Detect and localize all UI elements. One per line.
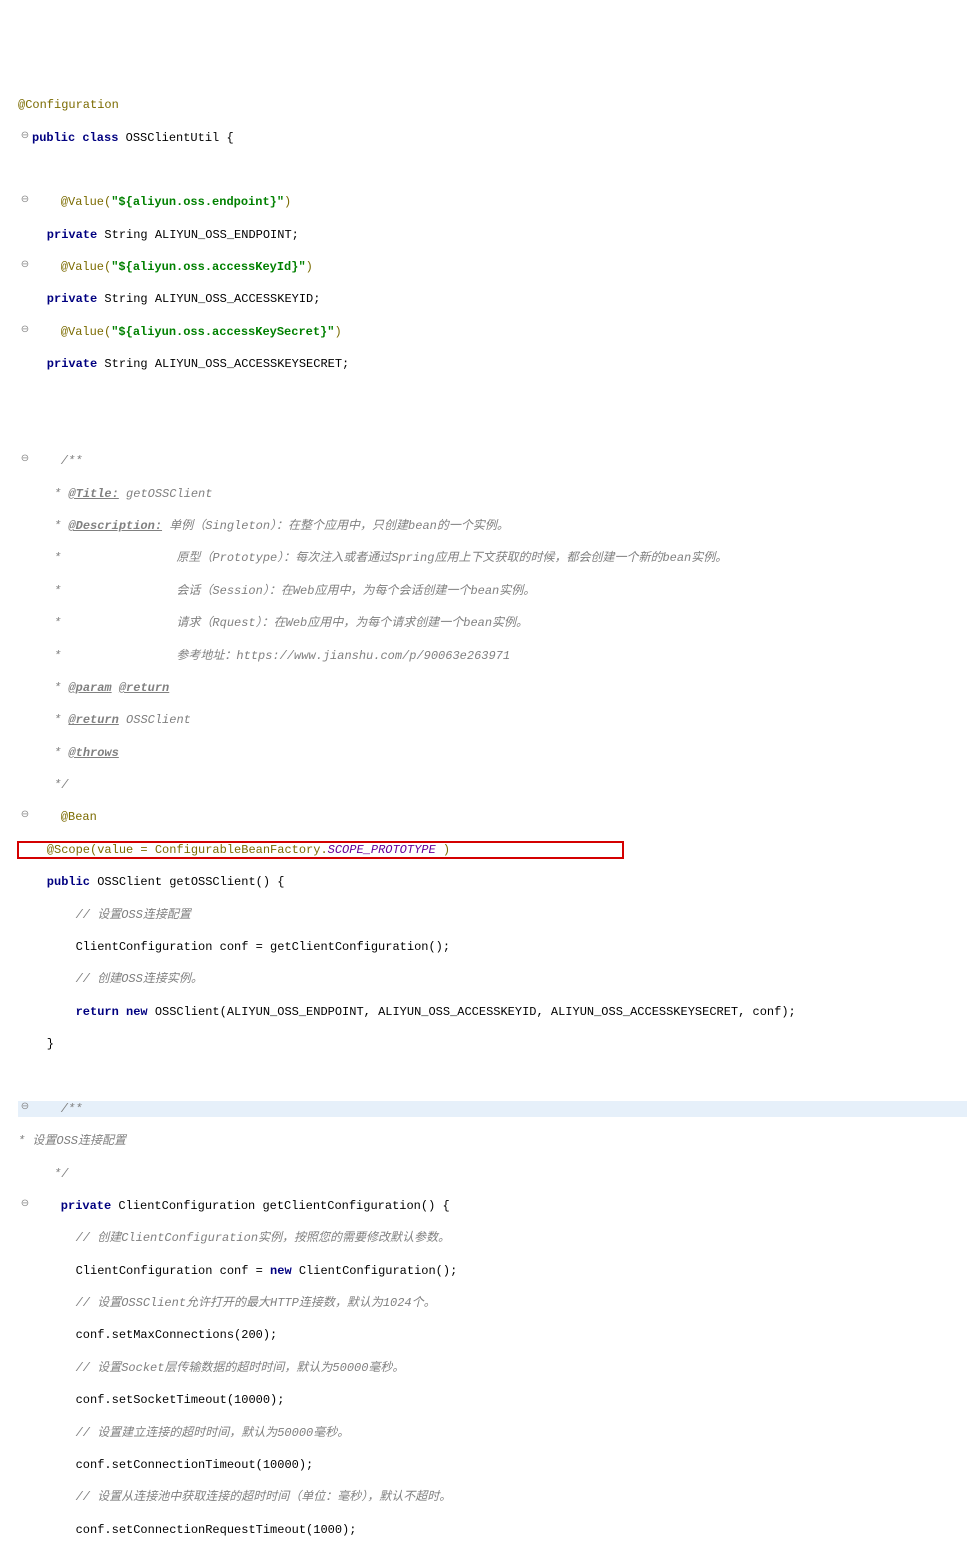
fold-icon[interactable]: ⊖ xyxy=(18,130,32,144)
inline-comment: // 设置建立连接的超时时间，默认为50000毫秒。 xyxy=(18,1426,349,1440)
statement: conf.setConnectionRequestTimeout(1000); xyxy=(18,1523,356,1537)
fold-icon[interactable]: ⊖ xyxy=(18,259,32,273)
javadoc-tag-title: @Title: xyxy=(68,487,118,501)
fold-icon[interactable]: ⊖ xyxy=(18,324,32,338)
code-editor[interactable]: @Configuration ⊖public class OSSClientUt… xyxy=(0,65,967,1552)
statement: conf.setMaxConnections(200); xyxy=(18,1328,277,1342)
fold-icon[interactable]: ⊖ xyxy=(18,453,32,467)
javadoc-line: * 会话（Session）：在Web应用中，为每个会话创建一个bean实例。 xyxy=(18,584,535,598)
javadoc-line: * 原型（Prototype）：每次注入或者通过Spring应用上下文获取的时候… xyxy=(18,551,727,565)
class-decl: OSSClientUtil { xyxy=(118,131,233,145)
string-literal: "${aliyun.oss.accessKeyId}" xyxy=(111,260,305,274)
javadoc-start: /** xyxy=(32,1102,82,1116)
fold-icon[interactable]: ⊖ xyxy=(18,194,32,208)
keyword: public class xyxy=(32,131,118,145)
javadoc-line: * 请求（Rquest）：在Web应用中，为每个请求创建一个bean实例。 xyxy=(18,616,528,630)
inline-comment: // 设置OSS连接配置 xyxy=(18,908,191,922)
statement: conf.setSocketTimeout(10000); xyxy=(18,1393,284,1407)
statement: ClientConfiguration conf = getClientConf… xyxy=(18,940,450,954)
keyword: private xyxy=(32,1199,111,1213)
keyword: private xyxy=(18,357,97,371)
string-literal: "${aliyun.oss.endpoint}" xyxy=(111,195,284,209)
keyword: public xyxy=(18,875,90,889)
annotation-value: @Value( xyxy=(32,195,111,209)
statement: conf.setConnectionTimeout(10000); xyxy=(18,1458,313,1472)
javadoc-start: /** xyxy=(32,454,82,468)
inline-comment: // 设置Socket层传输数据的超时时间，默认为50000毫秒。 xyxy=(18,1361,404,1375)
keyword: new xyxy=(270,1264,292,1278)
javadoc-line: * 设置OSS连接配置 xyxy=(18,1134,126,1148)
string-literal: "${aliyun.oss.accessKeySecret}" xyxy=(111,325,334,339)
javadoc-end: */ xyxy=(18,778,68,792)
inline-comment: // 设置从连接池中获取连接的超时时间（单位：毫秒），默认不超时。 xyxy=(18,1490,451,1504)
code-area[interactable]: @Configuration ⊖public class OSSClientUt… xyxy=(18,81,967,1552)
inline-comment: // 设置OSSClient允许打开的最大HTTP连接数，默认为1024个。 xyxy=(18,1296,436,1310)
fold-icon[interactable]: ⊖ xyxy=(18,1101,32,1115)
fold-icon[interactable]: ⊖ xyxy=(18,809,32,823)
keyword: private xyxy=(18,292,97,306)
annotation-configuration: @Configuration xyxy=(18,98,119,112)
return-statement: OSSClient(ALIYUN_OSS_ENDPOINT, ALIYUN_OS… xyxy=(148,1005,796,1019)
javadoc-tag-throws: @throws xyxy=(68,746,118,760)
field-decl: String ALIYUN_OSS_ACCESSKEYID; xyxy=(97,292,320,306)
brace-close: } xyxy=(18,1037,54,1051)
constant-scope-prototype: SCOPE_PROTOTYPE xyxy=(328,843,436,857)
annotation-value: @Value( xyxy=(32,325,111,339)
field-decl: String ALIYUN_OSS_ENDPOINT; xyxy=(97,228,299,242)
scope-annotation-highlight: @Scope(value = ConfigurableBeanFactory.S… xyxy=(18,842,623,858)
method-signature: ClientConfiguration getClientConfigurati… xyxy=(111,1199,449,1213)
statement: ClientConfiguration(); xyxy=(292,1264,458,1278)
field-decl: String ALIYUN_OSS_ACCESSKEYSECRET; xyxy=(97,357,349,371)
keyword: return new xyxy=(18,1005,148,1019)
javadoc-tag-description: @Description: xyxy=(68,519,162,533)
javadoc-line: * 参考地址：https://www.jianshu.com/p/90063e2… xyxy=(18,649,510,663)
inline-comment: // 创建ClientConfiguration实例，按照您的需要修改默认参数。 xyxy=(18,1231,450,1245)
javadoc-tag-param: @param xyxy=(68,681,111,695)
inline-comment: // 创建OSS连接实例。 xyxy=(18,972,203,986)
keyword: private xyxy=(18,228,97,242)
annotation-value: @Value( xyxy=(32,260,111,274)
method-signature: OSSClient getOSSClient() { xyxy=(90,875,284,889)
javadoc-tag-return: @return xyxy=(68,713,118,727)
annotation-bean: @Bean xyxy=(32,810,97,824)
fold-icon[interactable]: ⊖ xyxy=(18,1198,32,1212)
javadoc-end: */ xyxy=(18,1167,68,1181)
